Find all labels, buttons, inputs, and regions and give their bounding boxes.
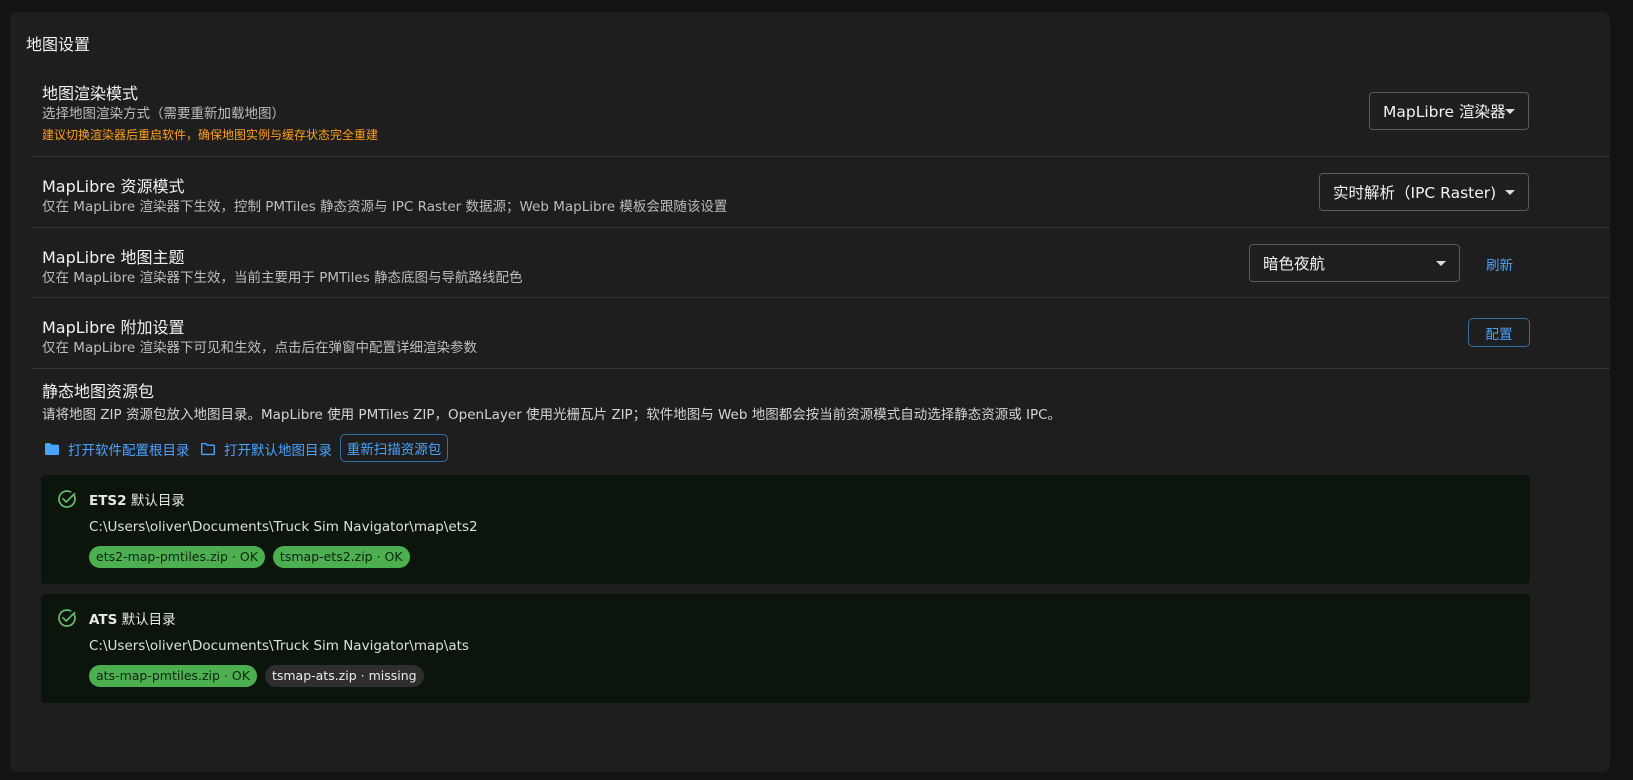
refresh-theme-button[interactable]: 刷新 — [1486, 254, 1513, 274]
directory-label-suffix: 默认目录 — [121, 612, 176, 628]
check-circle-icon — [58, 609, 76, 627]
file-status-chip: ats-map-pmtiles.zip · OK — [89, 665, 257, 687]
directory-card-ets2: ETS2 默认目录 C:\Users\oliver\Documents\Truc… — [41, 475, 1530, 584]
game-name: ETS2 — [89, 493, 127, 509]
open-default-map-dir-label: 打开默认地图目录 — [224, 443, 332, 459]
open-config-root-label: 打开软件配置根目录 — [68, 443, 190, 459]
theme-title: MapLibre 地图主题 — [42, 248, 185, 267]
extra-settings-title: MapLibre 附加设置 — [42, 318, 185, 337]
render-mode-warning: 建议切换渲染器后重启软件，确保地图实例与缓存状态完全重建 — [42, 128, 379, 142]
directory-header: ETS2 默认目录 — [57, 489, 185, 509]
chevron-down-icon — [1436, 261, 1446, 266]
resource-mode-select[interactable]: 实时解析（IPC Raster) — [1319, 173, 1529, 211]
check-circle-icon — [58, 490, 76, 508]
theme-select-value: 暗色夜航 — [1263, 255, 1326, 273]
file-chips: ats-map-pmtiles.zip · OK tsmap-ats.zip ·… — [89, 665, 424, 687]
rescan-button[interactable]: 重新扫描资源包 — [340, 434, 448, 462]
render-mode-select[interactable]: MapLibre 渲染器 — [1369, 92, 1529, 130]
static-pack-description: 请将地图 ZIP 资源包放入地图目录。MapLibre 使用 PMTiles Z… — [42, 407, 1062, 423]
file-chips: ets2-map-pmtiles.zip · OK tsmap-ets2.zip… — [89, 546, 410, 568]
game-name: ATS — [89, 612, 118, 628]
resource-mode-title: MapLibre 资源模式 — [42, 177, 185, 196]
file-status-chip: ets2-map-pmtiles.zip · OK — [89, 546, 265, 568]
chevron-down-icon — [1505, 109, 1515, 114]
file-status-chip: tsmap-ets2.zip · OK — [272, 546, 410, 568]
file-status-chip: tsmap-ats.zip · missing — [264, 665, 424, 687]
resource-mode-description: 仅在 MapLibre 渲染器下生效，控制 PMTiles 静态资源与 IPC … — [42, 199, 728, 215]
open-default-map-dir-button[interactable]: 打开默认地图目录 — [200, 439, 332, 459]
resource-mode-select-value: 实时解析（IPC Raster) — [1333, 184, 1497, 202]
render-mode-select-value: MapLibre 渲染器 — [1383, 103, 1506, 121]
folder-filled-icon — [45, 443, 59, 455]
directory-path: C:\Users\oliver\Documents\Truck Sim Navi… — [89, 638, 469, 654]
directory-card-ats: ATS 默认目录 C:\Users\oliver\Documents\Truck… — [41, 594, 1530, 703]
directory-header: ATS 默认目录 — [57, 608, 176, 628]
folder-outline-icon — [201, 442, 215, 456]
directory-label: ETS2 默认目录 — [89, 489, 185, 509]
directory-label-suffix: 默认目录 — [130, 493, 185, 509]
extra-settings-description: 仅在 MapLibre 渲染器下可见和生效，点击后在弹窗中配置详细渲染参数 — [42, 340, 477, 356]
card-title: 地图设置 — [26, 35, 91, 54]
theme-select[interactable]: 暗色夜航 — [1249, 244, 1460, 282]
configure-button[interactable]: 配置 — [1468, 318, 1530, 347]
theme-description: 仅在 MapLibre 渲染器下生效，当前主要用于 PMTiles 静态底图与导… — [42, 270, 523, 286]
render-mode-description: 选择地图渲染方式（需要重新加载地图） — [42, 106, 285, 122]
open-config-root-button[interactable]: 打开软件配置根目录 — [44, 439, 190, 459]
extra-settings-row: MapLibre 附加设置 仅在 MapLibre 渲染器下可见和生效，点击后在… — [31, 298, 1610, 368]
render-mode-row: 地图渲染模式 选择地图渲染方式（需要重新加载地图） 建议切换渲染器后重启软件，确… — [31, 70, 1610, 156]
chevron-down-icon — [1505, 190, 1515, 195]
directory-label: ATS 默认目录 — [89, 608, 176, 628]
directory-path: C:\Users\oliver\Documents\Truck Sim Navi… — [89, 519, 478, 535]
render-mode-title: 地图渲染模式 — [42, 84, 139, 103]
resource-mode-row: MapLibre 资源模式 仅在 MapLibre 渲染器下生效，控制 PMTi… — [31, 157, 1610, 227]
theme-row: MapLibre 地图主题 仅在 MapLibre 渲染器下生效，当前主要用于 … — [31, 228, 1610, 298]
static-pack-title: 静态地图资源包 — [42, 382, 155, 401]
